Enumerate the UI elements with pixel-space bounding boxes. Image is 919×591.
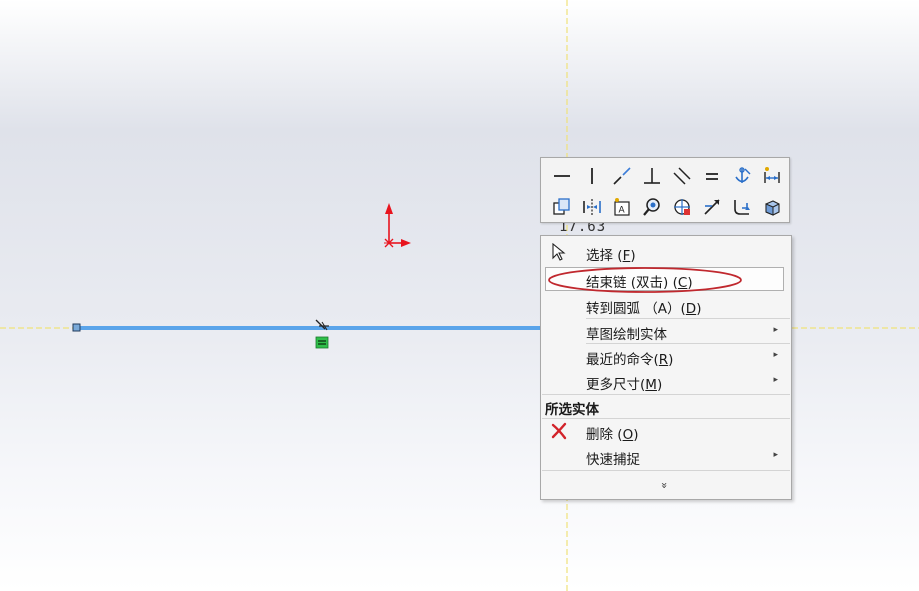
menu-item-quick-snaps[interactable]: 快速捕捉 ▸ xyxy=(541,444,791,468)
equal-relation-icon[interactable] xyxy=(697,164,727,188)
menu-item-sketch-entities[interactable]: 草图绘制实体 ▸ xyxy=(541,319,791,343)
horizontal-relation-badge-icon[interactable] xyxy=(315,336,329,349)
context-toolbar: A xyxy=(540,157,790,223)
line-endpoint[interactable] xyxy=(72,323,81,332)
display-relations-icon[interactable] xyxy=(667,195,697,219)
perpendicular-relation-icon[interactable] xyxy=(637,164,667,188)
submenu-arrow-icon: ▸ xyxy=(773,350,778,360)
trim-entities-icon[interactable] xyxy=(697,195,727,219)
menu-separator xyxy=(542,470,790,471)
menu-section-title: 所选实体 xyxy=(545,402,599,418)
origin-icon xyxy=(384,203,411,248)
vertical-relation-icon[interactable] xyxy=(577,164,607,188)
horizontal-relation-icon[interactable] xyxy=(547,164,577,188)
3d-sketch-icon[interactable] xyxy=(757,195,787,219)
context-menu: 选择 (F) 结束链 (双击) (C) 转到圆弧 （A）(D) 草图绘制实体 ▸… xyxy=(540,235,792,500)
menu-item-delete[interactable]: 删除 (O) xyxy=(541,419,791,443)
svg-text:A: A xyxy=(619,206,626,216)
submenu-arrow-icon: ▸ xyxy=(773,450,778,460)
pointer-arrow-icon xyxy=(552,243,566,261)
menu-item-switch-to-arc[interactable]: 转到圆弧 （A）(D) xyxy=(541,293,791,317)
smart-dimension-icon[interactable] xyxy=(757,164,787,188)
copy-entities-icon[interactable] xyxy=(547,195,577,219)
sketch-text-icon[interactable]: A xyxy=(607,195,637,219)
highlight-ellipse xyxy=(548,267,742,293)
collinear-relation-icon[interactable] xyxy=(607,164,637,188)
zoom-to-selection-icon[interactable] xyxy=(637,195,667,219)
fix-relation-icon[interactable] xyxy=(727,164,757,188)
menu-separator xyxy=(542,394,790,395)
delete-x-icon xyxy=(551,422,567,440)
mirror-entities-icon[interactable] xyxy=(577,195,607,219)
submenu-arrow-icon: ▸ xyxy=(773,325,778,335)
menu-item-recent-commands[interactable]: 最近的命令(R) ▸ xyxy=(541,344,791,368)
fillet-icon[interactable] xyxy=(727,195,757,219)
parallel-relation-icon[interactable] xyxy=(667,164,697,188)
submenu-arrow-icon: ▸ xyxy=(773,375,778,385)
menu-item-more-dimensions[interactable]: 更多尺寸(M) ▸ xyxy=(541,369,791,393)
expand-menu-chevron-icon[interactable]: » xyxy=(658,482,671,489)
menu-item-select[interactable]: 选择 (F) xyxy=(541,240,791,264)
